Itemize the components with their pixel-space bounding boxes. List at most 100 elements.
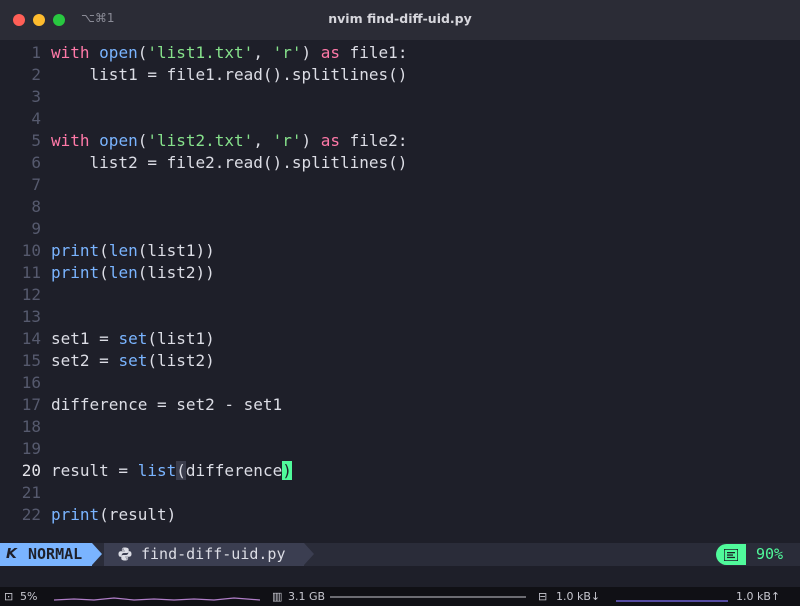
line-code: print(len(list2)) <box>51 262 215 284</box>
line-number: 2 <box>31 65 41 84</box>
memory-usage: 3.1 GB <box>288 590 326 603</box>
title-bar: ⌥⌘1 nvim find-diff-uid.py <box>0 0 800 41</box>
code-token: set1 = <box>51 329 119 348</box>
code-line[interactable]: 15 set2 = set(list2) <box>0 350 800 372</box>
line-number: 8 <box>31 197 41 216</box>
position-segment: 90% <box>716 543 800 566</box>
line-number: 20 <box>21 461 41 480</box>
code-token: (list1)) <box>137 241 215 260</box>
line-code: set1 = set(list1) <box>51 328 215 350</box>
code-token: len <box>108 241 138 260</box>
code-line[interactable]: 8 <box>0 196 800 218</box>
line-number: 15 <box>21 351 41 370</box>
network-graph <box>616 600 728 602</box>
code-line[interactable]: 2 list1 = file1.read().splitlines() <box>0 64 800 86</box>
file-segment: find-diff-uid.py <box>104 543 304 566</box>
code-line[interactable]: 10 print(len(list1)) <box>0 240 800 262</box>
code-line[interactable]: 17 difference = set2 - set1 <box>0 394 800 416</box>
code-line[interactable]: 18 <box>0 416 800 438</box>
code-line[interactable]: 6 list2 = file2.read().splitlines() <box>0 152 800 174</box>
line-code: result = list(difference) <box>51 460 292 482</box>
code-token: difference <box>185 461 283 480</box>
code-line[interactable]: 11 print(len(list2)) <box>0 262 800 284</box>
code-line[interactable]: 5 with open('list2.txt', 'r') as file2: <box>0 130 800 152</box>
status-line: 𝙆 NORMAL find-diff-uid.py 90% <box>0 543 800 566</box>
code-token: with <box>51 43 90 62</box>
code-token: ( <box>99 241 109 260</box>
code-line[interactable]: 19 <box>0 438 800 460</box>
code-token: 'list2.txt' <box>147 131 254 150</box>
code-line[interactable]: 20 result = list(difference) <box>0 460 800 482</box>
neovim-logo-icon: 𝙆 <box>6 546 17 562</box>
code-token: list2 = file2.read().splitlines() <box>51 153 408 172</box>
network-icon: ⊟ <box>538 590 548 603</box>
code-line[interactable]: 1 with open('list1.txt', 'r') as file1: <box>0 42 800 64</box>
line-number: 7 <box>31 175 41 194</box>
memory-icon: ▥ <box>272 590 283 603</box>
code-token: set <box>118 329 148 348</box>
file-separator <box>304 543 314 565</box>
cpu-graph <box>54 597 260 601</box>
code-token: (list2)) <box>137 263 215 282</box>
code-token: ) <box>301 131 321 150</box>
code-token: ( <box>176 461 186 480</box>
network-down: 1.0 kB↓ <box>556 590 601 603</box>
code-editor[interactable]: 1 with open('list1.txt', 'r') as file1: 2 … <box>0 40 800 542</box>
code-token: with <box>51 131 90 150</box>
lines-icon <box>724 549 738 561</box>
python-icon <box>118 547 132 561</box>
line-code: with open('list2.txt', 'r') as file2: <box>51 130 407 152</box>
code-line[interactable]: 21 <box>0 482 800 504</box>
line-code: list1 = file1.read().splitlines() <box>51 64 408 86</box>
code-token: , <box>253 131 273 150</box>
line-number: 14 <box>21 329 41 348</box>
code-token: open <box>99 43 138 62</box>
line-code: print(len(list1)) <box>51 240 215 262</box>
code-token: 'list1.txt' <box>147 43 254 62</box>
code-line[interactable]: 3 <box>0 86 800 108</box>
mode-separator <box>92 543 102 565</box>
code-token: print <box>51 505 100 524</box>
code-line[interactable]: 7 <box>0 174 800 196</box>
file-name: find-diff-uid.py <box>141 545 286 563</box>
line-number: 13 <box>21 307 41 326</box>
text-cursor: ) <box>282 461 292 480</box>
network-up: 1.0 kB↑ <box>736 590 781 603</box>
line-code: set2 = set(list2) <box>51 350 215 372</box>
system-monitor-bar: ⊡ 5% ▥ 3.1 GB ⊟ 1.0 kB↓ 1.0 kB↑ <box>0 587 800 606</box>
mode-label: NORMAL <box>28 545 83 563</box>
line-number: 5 <box>31 131 41 150</box>
line-number: 6 <box>31 153 41 172</box>
code-line[interactable]: 4 <box>0 108 800 130</box>
code-token: result = <box>51 461 138 480</box>
line-number: 11 <box>21 263 41 282</box>
code-token: (result) <box>99 505 177 524</box>
code-token: as <box>320 43 341 62</box>
line-code: difference = set2 - set1 <box>51 394 282 416</box>
code-token: , <box>253 43 273 62</box>
cpu-icon: ⊡ <box>4 590 14 603</box>
line-number: 1 <box>31 43 41 62</box>
mode-indicator: 𝙆 NORMAL <box>0 543 92 566</box>
code-line[interactable]: 9 <box>0 218 800 240</box>
command-line[interactable] <box>0 566 800 586</box>
scroll-percentage: 90% <box>756 545 784 563</box>
code-token: print <box>51 263 100 282</box>
code-line[interactable]: 14 set1 = set(list1) <box>0 328 800 350</box>
code-line[interactable]: 22 print(result) <box>0 504 800 526</box>
line-number: 10 <box>21 241 41 260</box>
window-title: nvim find-diff-uid.py <box>328 11 472 26</box>
code-line[interactable]: 12 <box>0 284 800 306</box>
position-icon-badge <box>716 544 746 565</box>
code-line[interactable]: 13 <box>0 306 800 328</box>
code-token: ( <box>137 43 148 62</box>
code-token: file1: <box>340 43 408 62</box>
code-token: len <box>108 263 138 282</box>
code-line[interactable]: 16 <box>0 372 800 394</box>
memory-graph <box>330 596 526 598</box>
line-number: 3 <box>31 87 41 106</box>
code-token: (list1) <box>147 329 215 348</box>
line-number: 19 <box>21 439 41 458</box>
code-token: 'r' <box>272 43 302 62</box>
